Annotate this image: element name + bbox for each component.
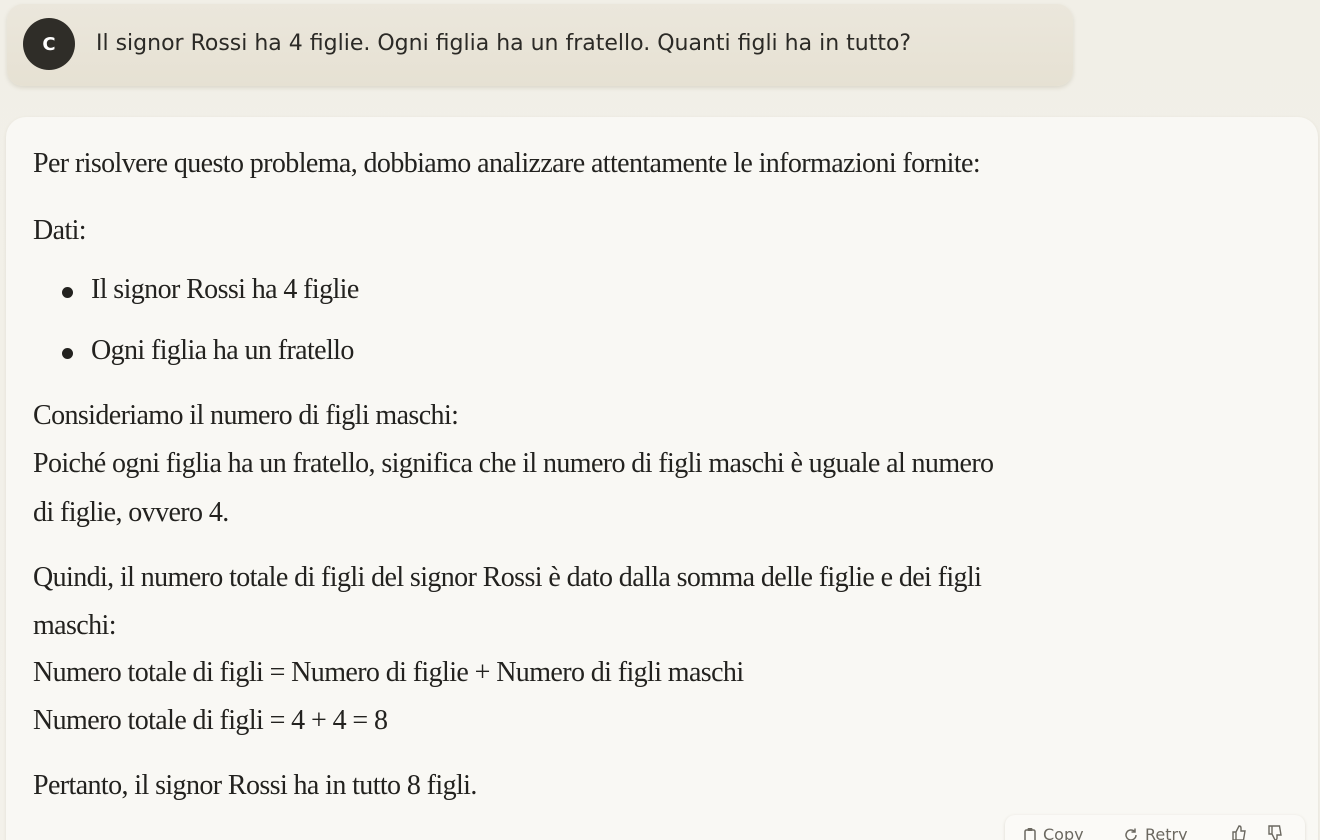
thumbs-up-icon [1231, 825, 1247, 840]
user-message-text: Il signor Rossi ha 4 figlie. Ogni figlia… [96, 31, 912, 56]
user-avatar: C [23, 18, 75, 70]
copy-button[interactable]: Copy [1023, 825, 1084, 840]
reply-data-heading: Dati: [33, 215, 87, 246]
chat-page: C Il signor Rossi ha 4 figlie. Ogni figl… [0, 0, 1320, 840]
reply-therefore-line2: maschi: [33, 610, 116, 641]
assistant-reply: Per risolvere questo problema, dobbiamo … [6, 117, 1318, 840]
user-message: C Il signor Rossi ha 4 figlie. Ogni figl… [7, 4, 1073, 86]
reply-formula2: Numero totale di figli = 4 + 4 = 8 [33, 705, 388, 736]
thumbs-up-button[interactable] [1231, 825, 1247, 840]
bullet-item: Il signor Rossi ha 4 figlie [91, 274, 359, 305]
thumbs-down-button[interactable] [1267, 825, 1283, 840]
retry-label: Retry [1145, 825, 1188, 840]
reply-since-line2: di figlie, ovvero 4. [33, 497, 229, 528]
message-actions: Copy Retry [1005, 815, 1305, 840]
reply-since-line1: Poiché ogni figlia ha un fratello, signi… [33, 448, 994, 479]
reply-formula1: Numero totale di figli = Numero di figli… [33, 657, 744, 688]
bullet-dot [62, 348, 73, 359]
thumbs-down-icon [1267, 825, 1283, 840]
clipboard-icon [1023, 827, 1037, 840]
bullet-item: Ogni figlia ha un fratello [91, 335, 354, 366]
retry-button[interactable]: Retry [1123, 825, 1188, 840]
reply-conclusion: Pertanto, il signor Rossi ha in tutto 8 … [33, 770, 477, 801]
retry-icon [1123, 827, 1139, 840]
copy-label: Copy [1043, 825, 1084, 840]
reply-intro: Per risolvere questo problema, dobbiamo … [33, 148, 981, 179]
reply-consider: Consideriamo il numero di figli maschi: [33, 400, 459, 431]
reply-therefore-line1: Quindi, il numero totale di figli del si… [33, 562, 982, 593]
bullet-dot [62, 287, 73, 298]
